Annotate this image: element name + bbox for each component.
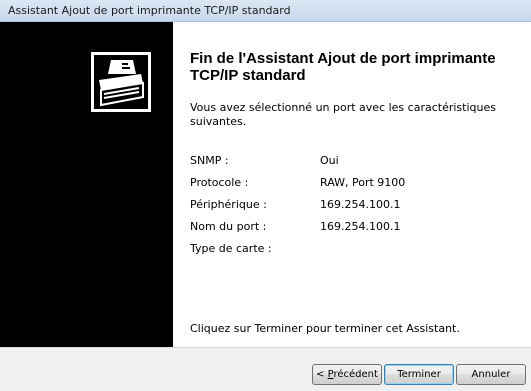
detail-row-snmp: SNMP : Oui xyxy=(190,153,520,169)
detail-row-card-type: Type de carte : xyxy=(190,241,520,257)
detail-label: Nom du port : xyxy=(190,220,267,233)
detail-value: 169.254.100.1 xyxy=(320,220,401,233)
detail-label: SNMP : xyxy=(190,154,229,167)
intro-text: Vous avez sélectionné un port avec les c… xyxy=(190,101,496,128)
page-title: Fin de l'Assistant Ajout de port imprima… xyxy=(190,50,496,84)
back-label-prefix: < xyxy=(316,369,328,380)
wizard-content: Fin de l'Assistant Ajout de port imprima… xyxy=(174,22,531,347)
detail-label: Protocole : xyxy=(190,176,249,189)
printer-wizard-icon xyxy=(89,50,153,114)
finish-button[interactable]: Terminer xyxy=(384,364,454,385)
window-title: Assistant Ajout de port imprimante TCP/I… xyxy=(8,4,291,17)
finish-instruction: Cliquez sur Terminer pour terminer cet A… xyxy=(190,322,460,335)
button-bar: < Précédent Terminer Annuler xyxy=(0,347,531,391)
detail-label: Périphérique : xyxy=(190,198,267,211)
back-button[interactable]: < Précédent xyxy=(312,364,382,385)
back-label-rest: récédent xyxy=(333,369,378,380)
detail-label: Type de carte : xyxy=(190,242,272,255)
wizard-side-panel xyxy=(0,22,173,347)
detail-value: 169.254.100.1 xyxy=(320,198,401,211)
detail-value: Oui xyxy=(320,154,339,167)
cancel-button[interactable]: Annuler xyxy=(456,364,526,385)
detail-row-port-name: Nom du port : 169.254.100.1 xyxy=(190,219,520,235)
title-bar: Assistant Ajout de port imprimante TCP/I… xyxy=(0,0,531,22)
detail-row-protocol: Protocole : RAW, Port 9100 xyxy=(190,175,520,191)
detail-row-device: Périphérique : 169.254.100.1 xyxy=(190,197,520,213)
detail-value: RAW, Port 9100 xyxy=(320,176,406,189)
